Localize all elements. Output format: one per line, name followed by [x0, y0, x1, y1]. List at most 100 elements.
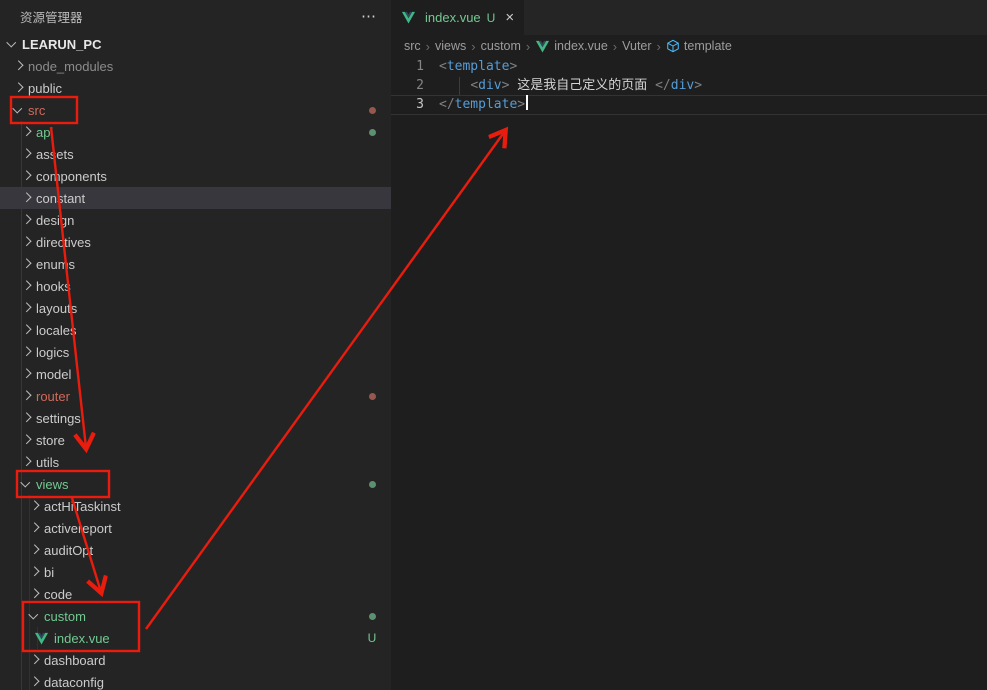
- git-change-dot: [369, 481, 376, 488]
- tree-item-label: assets: [36, 147, 74, 162]
- tree-item-label: index.vue: [54, 631, 110, 646]
- code-line-3: 3</template>: [391, 95, 987, 114]
- chevron-right-icon: [18, 388, 34, 404]
- more-actions-icon[interactable]: ⋯: [361, 9, 377, 24]
- code-text: </template>: [439, 95, 528, 114]
- tree-item-views[interactable]: views: [0, 473, 391, 495]
- chevron-right-icon: [18, 278, 34, 294]
- file-tree: node_modulespublic src api assets components…: [0, 55, 391, 690]
- tree-item-api[interactable]: api: [0, 121, 391, 143]
- close-icon[interactable]: ×: [505, 10, 514, 25]
- tree-item-directives[interactable]: directives: [0, 231, 391, 253]
- chevron-right-icon: [18, 432, 34, 448]
- git-decoration: [366, 129, 378, 136]
- tree-item-custom[interactable]: custom: [0, 605, 391, 627]
- tree-item-label: dataconfig: [44, 675, 104, 690]
- breadcrumb-item-views[interactable]: views: [435, 39, 466, 53]
- tree-item-router[interactable]: router: [0, 385, 391, 407]
- chevron-right-icon: [26, 520, 42, 536]
- tree-item-hooks[interactable]: hooks: [0, 275, 391, 297]
- breadcrumb-item-src[interactable]: src: [404, 39, 421, 53]
- code-text: <template>: [439, 57, 517, 76]
- tree-item-label: layouts: [36, 301, 77, 316]
- git-decoration: [366, 107, 378, 114]
- breadcrumb-label: custom: [481, 39, 521, 53]
- vue-icon: [535, 39, 550, 54]
- chevron-right-icon: [18, 410, 34, 426]
- line-number: 3: [391, 95, 439, 114]
- tree-item-node_modules[interactable]: node_modules: [0, 55, 391, 77]
- tree-item-label: code: [44, 587, 72, 602]
- breadcrumb-label: template: [684, 39, 732, 53]
- breadcrumb-item-template[interactable]: template: [666, 39, 732, 53]
- tree-item-design[interactable]: design: [0, 209, 391, 231]
- breadcrumb-item-Vuter[interactable]: Vuter: [622, 39, 651, 53]
- chevron-right-icon: [18, 234, 34, 250]
- tree-item-dashboard[interactable]: dashboard: [0, 649, 391, 671]
- tree-item-label: hooks: [36, 279, 71, 294]
- tree-item-code[interactable]: code: [0, 583, 391, 605]
- tree-item-label: locales: [36, 323, 76, 338]
- tree-item-label: router: [36, 389, 70, 404]
- tab-bar: index.vue U ×: [391, 0, 987, 35]
- tree-item-label: node_modules: [28, 59, 113, 74]
- tree-item-assets[interactable]: assets: [0, 143, 391, 165]
- chevron-right-icon: [18, 124, 34, 140]
- tree-item-label: store: [36, 433, 65, 448]
- tree-item-label: bi: [44, 565, 54, 580]
- tab-index-vue[interactable]: index.vue U ×: [391, 0, 524, 35]
- tree-item-model[interactable]: model: [0, 363, 391, 385]
- git-decoration: U: [366, 631, 378, 645]
- tree-item-label: utils: [36, 455, 59, 470]
- chevron-right-icon: [18, 146, 34, 162]
- tree-item-components[interactable]: components: [0, 165, 391, 187]
- code-editor[interactable]: 1<template>2 <div> 这是我自己定义的页面 </div>3</t…: [391, 57, 987, 114]
- tree-item-locales[interactable]: locales: [0, 319, 391, 341]
- tree-item-label: settings: [36, 411, 81, 426]
- tree-item-label: public: [28, 81, 62, 96]
- tree-item-dataconfig[interactable]: dataconfig: [0, 671, 391, 690]
- tree-item-label: directives: [36, 235, 91, 250]
- git-change-dot: [369, 129, 376, 136]
- tree-item-label: src: [28, 103, 45, 118]
- tree-item-public[interactable]: public: [0, 77, 391, 99]
- tree-item-store[interactable]: store: [0, 429, 391, 451]
- git-decoration: [366, 481, 378, 488]
- symbol-template-icon: [666, 39, 680, 53]
- explorer-title: 资源管理器: [20, 7, 83, 26]
- chevron-right-icon: [26, 498, 42, 514]
- chevron-right-icon: [26, 586, 42, 602]
- tree-item-utils[interactable]: utils: [0, 451, 391, 473]
- editor-group: index.vue U × src›views›custom›index.vue…: [391, 0, 987, 690]
- tree-item-logics[interactable]: logics: [0, 341, 391, 363]
- tree-item-src[interactable]: src: [0, 99, 391, 121]
- tree-item-constant[interactable]: constant: [0, 187, 391, 209]
- vue-icon: [401, 10, 419, 26]
- tree-item-layouts[interactable]: layouts: [0, 297, 391, 319]
- chevron-right-icon: [10, 80, 26, 96]
- tree-item-label: components: [36, 169, 107, 184]
- chevron-down-icon: [10, 102, 26, 118]
- tree-item-actHiTaskinst[interactable]: actHiTaskinst: [0, 495, 391, 517]
- breadcrumb-item-index.vue[interactable]: index.vue: [535, 39, 608, 54]
- tree-item-activereport[interactable]: activereport: [0, 517, 391, 539]
- breadcrumb-separator: ›: [613, 39, 617, 54]
- chevron-right-icon: [18, 190, 34, 206]
- chevron-down-icon: [4, 36, 20, 52]
- root-folder-label: LEARUN_PC: [22, 37, 101, 52]
- git-untracked-badge: U: [368, 631, 377, 645]
- code-line-2: 2 <div> 这是我自己定义的页面 </div>: [391, 76, 987, 95]
- line-number: 2: [391, 76, 439, 95]
- chevron-right-icon: [18, 344, 34, 360]
- explorer-sidebar: 资源管理器 ⋯ LEARUN_PC node_modulespublic src a…: [0, 0, 391, 690]
- tree-item-index.vue[interactable]: index.vue U: [0, 627, 391, 649]
- chevron-down-icon: [18, 476, 34, 492]
- code-text: <div> 这是我自己定义的页面 </div>: [439, 76, 702, 95]
- tree-item-settings[interactable]: settings: [0, 407, 391, 429]
- tree-item-auditOpt[interactable]: auditOpt: [0, 539, 391, 561]
- tree-item-bi[interactable]: bi: [0, 561, 391, 583]
- breadcrumb-item-custom[interactable]: custom: [481, 39, 521, 53]
- tree-item-enums[interactable]: enums: [0, 253, 391, 275]
- tree-root-folder[interactable]: LEARUN_PC: [0, 33, 391, 55]
- tree-item-label: views: [36, 477, 69, 492]
